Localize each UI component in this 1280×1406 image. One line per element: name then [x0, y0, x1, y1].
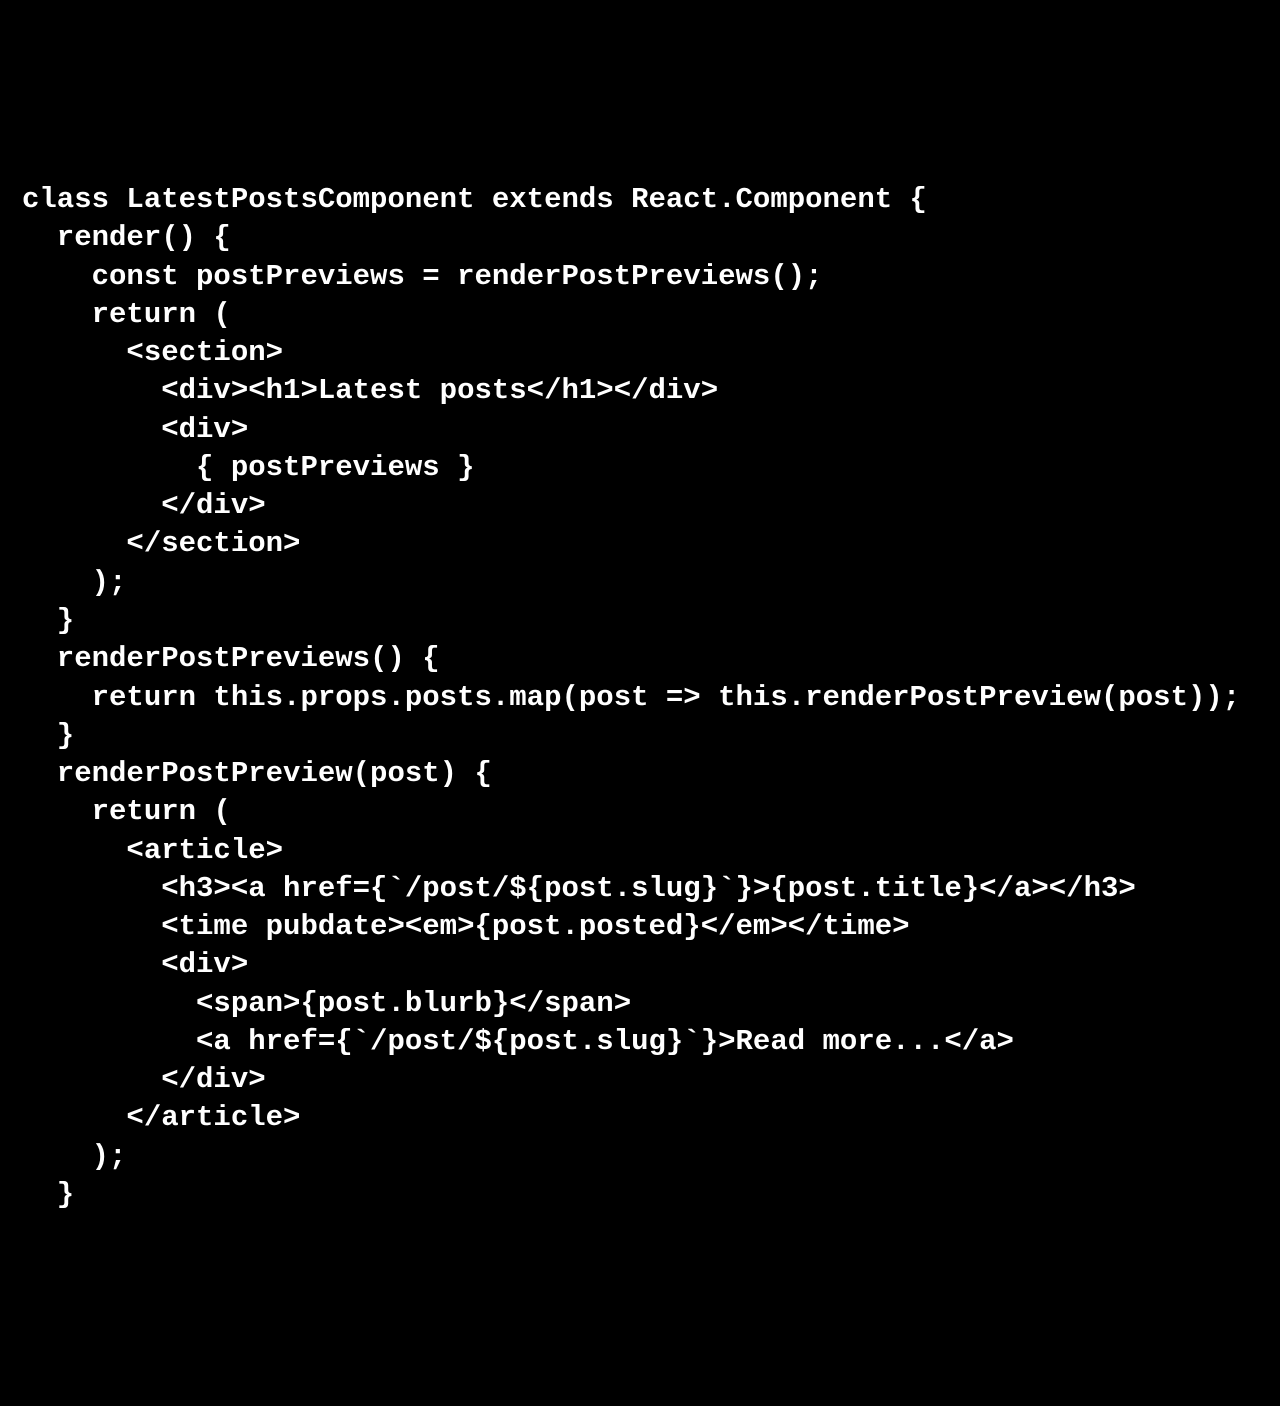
- code-snippet: class LatestPostsComponent extends React…: [22, 181, 1258, 1214]
